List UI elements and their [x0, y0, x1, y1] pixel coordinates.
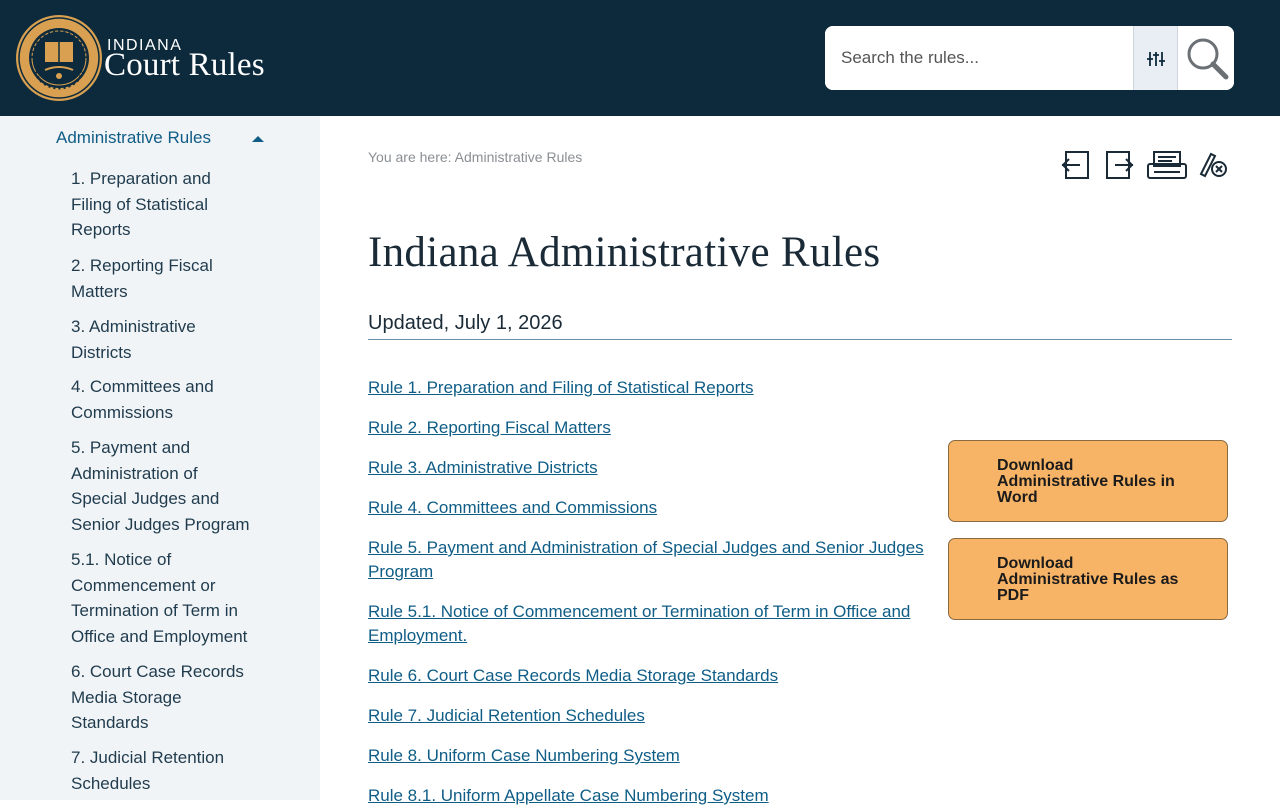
sidebar-item-rule-4[interactable]: 4. Committees and Commissions — [71, 374, 251, 425]
title-divider — [368, 339, 1232, 340]
rule-link-8-1[interactable]: Rule 8.1. Uniform Appellate Case Numberi… — [368, 784, 928, 808]
download-word-label: Download Administrative Rules in Word — [997, 457, 1175, 506]
site-header: INDIANA Court Rules — [0, 0, 1280, 116]
rule-link-4[interactable]: Rule 4. Committees and Commissions — [368, 496, 928, 520]
updated-date: Updated, July 1, 2026 — [368, 312, 563, 334]
print-icon[interactable] — [1146, 148, 1188, 182]
sidebar-item-rule-6[interactable]: 6. Court Case Records Media Storage Stan… — [71, 659, 251, 736]
sliders-icon — [1147, 52, 1165, 66]
caret-up-icon[interactable] — [252, 135, 264, 143]
download-pdf-label: Download Administrative Rules as PDF — [997, 555, 1179, 604]
breadcrumb: You are here: Administrative Rules — [368, 149, 583, 165]
sidebar-nav: Administrative Rules 1. Preparation and … — [0, 116, 320, 800]
rule-link-8[interactable]: Rule 8. Uniform Case Numbering System — [368, 744, 928, 768]
sidebar-item-rule-3[interactable]: 3. Administrative Districts — [71, 314, 251, 365]
next-rule-icon[interactable] — [1103, 148, 1135, 182]
sidebar-heading-administrative-rules[interactable]: Administrative Rules — [56, 128, 211, 148]
sidebar-item-rule-7[interactable]: 7. Judicial Retention Schedules — [71, 745, 251, 796]
logo-title[interactable]: Court Rules — [104, 47, 265, 84]
search-input[interactable] — [825, 26, 1133, 90]
download-pdf-button[interactable]: Download Administrative Rules as PDF — [948, 538, 1228, 620]
rule-link-2[interactable]: Rule 2. Reporting Fiscal Matters — [368, 416, 928, 440]
rule-link-5[interactable]: Rule 5. Payment and Administration of Sp… — [368, 536, 928, 584]
rule-link-7[interactable]: Rule 7. Judicial Retention Schedules — [368, 704, 928, 728]
search-filter-button[interactable] — [1133, 26, 1177, 90]
sidebar-item-rule-1[interactable]: 1. Preparation and Filing of Statistical… — [71, 166, 251, 243]
rule-link-3[interactable]: Rule 3. Administrative Districts — [368, 456, 928, 480]
rule-link-6[interactable]: Rule 6. Court Case Records Media Storage… — [368, 664, 928, 688]
rule-link-5-1[interactable]: Rule 5.1. Notice of Commencement or Term… — [368, 600, 928, 648]
sidebar-item-rule-5[interactable]: 5. Payment and Administration of Special… — [71, 435, 251, 537]
magnifier-icon — [1187, 38, 1229, 80]
sidebar-item-rule-5-1[interactable]: 5.1. Notice of Commencement or Terminati… — [71, 547, 251, 649]
previous-rule-icon[interactable] — [1060, 148, 1092, 182]
seal-icon[interactable] — [15, 14, 103, 102]
page-title: Indiana Administrative Rules — [368, 229, 881, 276]
download-word-button[interactable]: Download Administrative Rules in Word — [948, 440, 1228, 522]
sidebar-item-rule-2[interactable]: 2. Reporting Fiscal Matters — [71, 253, 251, 304]
search-bar — [825, 26, 1234, 90]
clear-highlights-icon[interactable] — [1197, 148, 1229, 182]
search-button[interactable] — [1177, 26, 1234, 90]
rule-link-1[interactable]: Rule 1. Preparation and Filing of Statis… — [368, 376, 928, 400]
